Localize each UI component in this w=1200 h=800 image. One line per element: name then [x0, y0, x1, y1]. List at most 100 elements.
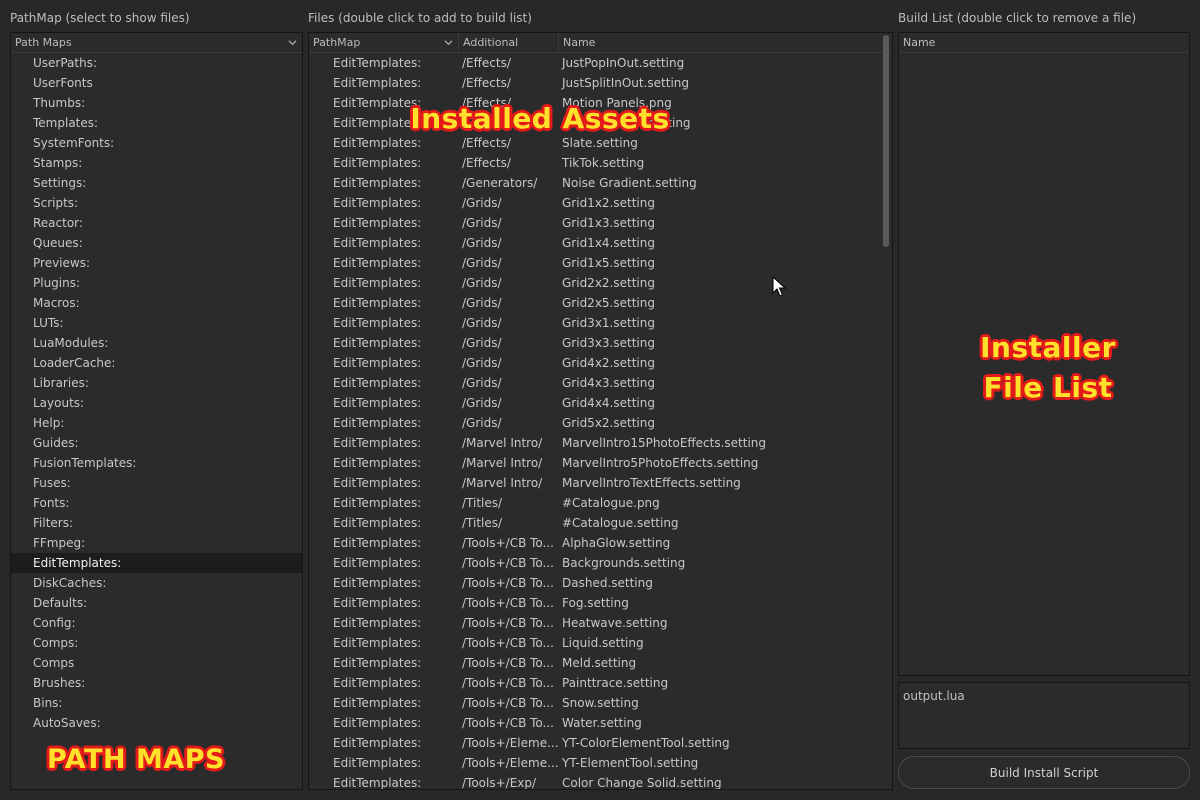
pathmap-header[interactable]: Path Maps	[11, 33, 302, 53]
file-name-cell: Fog.setting	[562, 596, 629, 610]
pathmap-item[interactable]: Reactor:	[11, 213, 302, 233]
file-row[interactable]: EditTemplates: /Generators/Noise Gradient…	[309, 173, 880, 193]
pathmap-item[interactable]: Fonts:	[11, 493, 302, 513]
pathmap-item[interactable]: Scripts:	[11, 193, 302, 213]
pathmap-item[interactable]: Comps	[11, 653, 302, 673]
pathmap-item[interactable]: Settings:	[11, 173, 302, 193]
file-additional-cell: /Tools+/CB To...	[462, 676, 554, 690]
pathmap-item[interactable]: Thumbs:	[11, 93, 302, 113]
files-table[interactable]: PathMap Additional Name EditTemplates: /E…	[308, 32, 893, 790]
pathmap-item[interactable]: Bins:	[11, 693, 302, 713]
file-row[interactable]: EditTemplates: /Tools+/CB To... Snow.setti…	[309, 693, 880, 713]
pathmap-item[interactable]: Previews:	[11, 253, 302, 273]
pathmap-item[interactable]: FusionTemplates:	[11, 453, 302, 473]
file-row[interactable]: EditTemplates: /Grids/Grid1x3.setting	[309, 213, 880, 233]
column-header-additional[interactable]: Additional	[459, 33, 559, 52]
pathmap-item[interactable]: Plugins:	[11, 273, 302, 293]
files-scrollbar[interactable]	[883, 35, 889, 247]
column-header-name[interactable]: Name	[559, 33, 892, 52]
pathmap-item[interactable]: Libraries:	[11, 373, 302, 393]
file-row[interactable]: EditTemplates: /Grids/Grid4x2.setting	[309, 353, 880, 373]
file-row[interactable]: EditTemplates: /Effects/Motion Panels.set…	[309, 113, 880, 133]
build-list-header[interactable]: Name	[899, 33, 1189, 53]
file-pathmap-cell: EditTemplates:	[333, 576, 422, 590]
column-header-pathmap[interactable]: PathMap	[309, 33, 459, 52]
file-row[interactable]: EditTemplates: /Marvel Intro/MarvelIntro5…	[309, 453, 880, 473]
pathmap-item[interactable]: Config:	[11, 613, 302, 633]
file-row[interactable]: EditTemplates: /Tools+/CB To... Water.sett…	[309, 713, 880, 733]
file-additional-cell: /Effects/	[462, 96, 511, 110]
pathmap-item[interactable]: Macros:	[11, 293, 302, 313]
pathmap-item[interactable]: EditTemplates:	[11, 553, 302, 573]
file-row[interactable]: EditTemplates: /Grids/Grid1x5.setting	[309, 253, 880, 273]
pathmap-item[interactable]: AutoSaves:	[11, 713, 302, 733]
file-row[interactable]: EditTemplates: /Marvel Intro/MarvelIntroT…	[309, 473, 880, 493]
pathmap-item[interactable]: DiskCaches:	[11, 573, 302, 593]
file-row[interactable]: EditTemplates: /Effects/JustSplitInOut.se…	[309, 73, 880, 93]
file-row[interactable]: EditTemplates: /Grids/Grid5x2.setting	[309, 413, 880, 433]
pathmap-item[interactable]: Fuses:	[11, 473, 302, 493]
file-pathmap-cell: EditTemplates:	[333, 776, 422, 790]
file-pathmap-cell: EditTemplates:	[333, 316, 422, 330]
file-name-cell: Grid5x2.setting	[562, 416, 655, 430]
file-name-cell: AlphaGlow.setting	[562, 536, 671, 550]
file-row[interactable]: EditTemplates: /Tools+/Exp/Color Change S…	[309, 773, 880, 790]
file-row[interactable]: EditTemplates: /Titles/ #Catalogue.setting	[309, 513, 880, 533]
file-row[interactable]: EditTemplates: /Grids/Grid3x1.setting	[309, 313, 880, 333]
pathmap-item[interactable]: Templates:	[11, 113, 302, 133]
pathmap-item[interactable]: Help:	[11, 413, 302, 433]
file-name-cell: Motion Panels.setting	[562, 116, 691, 130]
files-rows: EditTemplates: /Effects/JustPopInOut.sett…	[309, 53, 880, 789]
file-row[interactable]: EditTemplates: /Grids/Grid1x2.setting	[309, 193, 880, 213]
file-row[interactable]: EditTemplates: /Grids/Grid1x4.setting	[309, 233, 880, 253]
output-filename-value: output.lua	[903, 689, 965, 703]
file-pathmap-cell: EditTemplates:	[333, 276, 422, 290]
pathmap-item[interactable]: FFmpeg:	[11, 533, 302, 553]
file-name-cell: MarvelIntroTextEffects.setting	[562, 476, 741, 490]
file-row[interactable]: EditTemplates: /Tools+/Eleme... YT-Element…	[309, 753, 880, 773]
file-row[interactable]: EditTemplates: /Titles/ #Catalogue.png	[309, 493, 880, 513]
pathmap-list[interactable]: Path Maps UserPaths: UserFonts Thumbs: Temp…	[10, 32, 303, 790]
file-row[interactable]: EditTemplates: /Tools+/CB To... Painttrace…	[309, 673, 880, 693]
pathmap-item[interactable]: LoaderCache:	[11, 353, 302, 373]
file-row[interactable]: EditTemplates: /Effects/JustPopInOut.sett…	[309, 53, 880, 73]
pathmap-item[interactable]: Comps:	[11, 633, 302, 653]
file-row[interactable]: EditTemplates: /Tools+/CB To... AlphaGlow.…	[309, 533, 880, 553]
file-row[interactable]: EditTemplates: /Marvel Intro/MarvelIntro1…	[309, 433, 880, 453]
file-row[interactable]: EditTemplates: /Tools+/CB To... Meld.setti…	[309, 653, 880, 673]
file-row[interactable]: EditTemplates: /Tools+/CB To... Heatwave.s…	[309, 613, 880, 633]
pathmap-item[interactable]: Layouts:	[11, 393, 302, 413]
file-row[interactable]: EditTemplates: /Grids/Grid2x5.setting	[309, 293, 880, 313]
pathmap-item[interactable]: Filters:	[11, 513, 302, 533]
file-row[interactable]: EditTemplates: /Effects/Motion Panels.png	[309, 93, 880, 113]
file-row[interactable]: EditTemplates: /Tools+/Eleme... YT-ColorEl…	[309, 733, 880, 753]
file-row[interactable]: EditTemplates: /Grids/Grid3x3.setting	[309, 333, 880, 353]
pathmap-item[interactable]: Guides:	[11, 433, 302, 453]
pathmap-item[interactable]: LuaModules:	[11, 333, 302, 353]
pathmap-item[interactable]: UserFonts	[11, 73, 302, 93]
file-row[interactable]: EditTemplates: /Grids/Grid4x4.setting	[309, 393, 880, 413]
pathmap-item[interactable]: Brushes:	[11, 673, 302, 693]
file-row[interactable]: EditTemplates: /Grids/Grid4x3.setting	[309, 373, 880, 393]
file-pathmap-cell: EditTemplates:	[333, 516, 422, 530]
file-row[interactable]: EditTemplates: /Effects/Slate.setting	[309, 133, 880, 153]
pathmap-item[interactable]: SystemFonts:	[11, 133, 302, 153]
file-pathmap-cell: EditTemplates:	[333, 716, 422, 730]
file-row[interactable]: EditTemplates: /Effects/TikTok.setting	[309, 153, 880, 173]
build-install-script-button[interactable]: Build Install Script	[898, 756, 1190, 789]
pathmap-item[interactable]: Defaults:	[11, 593, 302, 613]
pathmap-item[interactable]: UserPaths:	[11, 53, 302, 73]
file-row[interactable]: EditTemplates: /Tools+/CB To... Background…	[309, 553, 880, 573]
file-row[interactable]: EditTemplates: /Tools+/CB To... Fog.settin…	[309, 593, 880, 613]
pathmap-item[interactable]: LUTs:	[11, 313, 302, 333]
pathmap-item[interactable]: Stamps:	[11, 153, 302, 173]
pathmap-item[interactable]: Queues:	[11, 233, 302, 253]
file-additional-cell: /Tools+/Eleme...	[462, 736, 559, 750]
output-filename-field[interactable]: output.lua	[898, 682, 1190, 749]
file-additional-cell: /Grids/	[462, 296, 502, 310]
file-row[interactable]: EditTemplates: /Grids/Grid2x2.setting	[309, 273, 880, 293]
file-row[interactable]: EditTemplates: /Tools+/CB To... Liquid.set…	[309, 633, 880, 653]
file-row[interactable]: EditTemplates: /Tools+/CB To... Dashed.set…	[309, 573, 880, 593]
build-list[interactable]: Name	[898, 32, 1190, 676]
file-name-cell: Grid1x5.setting	[562, 256, 655, 270]
